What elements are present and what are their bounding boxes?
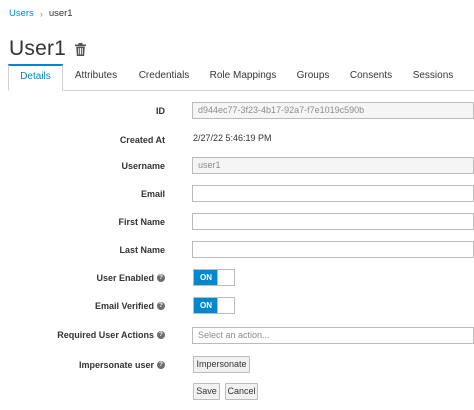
- toggle-knob: [217, 298, 234, 313]
- required-actions-label-text: Required User Actions: [57, 330, 154, 340]
- email-verified-label-text: Email Verified: [94, 301, 154, 311]
- required-actions-placeholder: Select an action...: [198, 330, 270, 340]
- breadcrumb-link-users[interactable]: Users: [9, 8, 34, 19]
- last-name-label: Last Name: [119, 245, 165, 255]
- created-at-label-text: Created At: [119, 135, 165, 145]
- required-actions-label: Required User Actions ?: [57, 330, 165, 340]
- email-label-text: Email: [140, 189, 165, 199]
- username-label-text: Username: [121, 161, 165, 171]
- user-enabled-label: User Enabled ?: [96, 273, 165, 283]
- last-name-field[interactable]: [192, 241, 474, 258]
- tab-bar: Details Attributes Credentials Role Mapp…: [8, 64, 474, 91]
- breadcrumb-separator: ›: [39, 8, 43, 19]
- impersonate-label-text: Impersonate user: [78, 360, 154, 370]
- tab-role-mappings[interactable]: Role Mappings: [204, 64, 282, 90]
- breadcrumb: Users › user1: [9, 8, 73, 19]
- tab-sessions[interactable]: Sessions: [406, 64, 460, 90]
- email-field[interactable]: [192, 185, 474, 202]
- user-enabled-toggle-state: ON: [194, 270, 218, 285]
- title-row: User1: [9, 37, 87, 61]
- email-verified-label: Email Verified ?: [95, 301, 165, 311]
- tab-details[interactable]: Details: [8, 64, 63, 91]
- trash-icon[interactable]: [75, 42, 87, 56]
- impersonate-button[interactable]: Impersonate: [193, 356, 250, 373]
- email-label: Email: [141, 189, 165, 199]
- page-title: User1: [9, 37, 67, 60]
- save-button[interactable]: Save: [193, 383, 220, 400]
- help-icon[interactable]: ?: [157, 331, 165, 339]
- user-enabled-toggle[interactable]: ON: [193, 269, 235, 286]
- username-label: Username: [121, 161, 165, 171]
- email-verified-toggle[interactable]: ON: [193, 297, 235, 314]
- help-icon[interactable]: ?: [157, 274, 165, 282]
- id-label-text: ID: [156, 106, 165, 116]
- created-at-value: 2/27/22 5:46:19 PM: [193, 133, 272, 143]
- tab-attributes[interactable]: Attributes: [66, 64, 126, 90]
- tab-consents[interactable]: Consents: [345, 64, 397, 90]
- created-at-label: Created At: [120, 135, 165, 145]
- first-name-label: First Name: [118, 217, 165, 227]
- toggle-knob: [217, 270, 234, 285]
- breadcrumb-current: user1: [48, 8, 73, 19]
- cancel-button[interactable]: Cancel: [225, 383, 258, 400]
- required-actions-select[interactable]: Select an action...: [192, 327, 474, 344]
- username-field: user1: [192, 157, 474, 174]
- last-name-label-text: Last Name: [119, 245, 165, 255]
- first-name-field[interactable]: [192, 213, 474, 230]
- first-name-label-text: First Name: [118, 217, 165, 227]
- tab-groups[interactable]: Groups: [291, 64, 335, 90]
- help-icon[interactable]: ?: [157, 302, 165, 310]
- id-field: d944ec77-3f23-4b17-92a7-f7e1019c590b: [192, 102, 474, 119]
- user-enabled-label-text: User Enabled: [96, 273, 154, 283]
- email-verified-toggle-state: ON: [194, 298, 218, 313]
- help-icon[interactable]: ?: [157, 361, 165, 369]
- impersonate-label: Impersonate user ?: [79, 360, 165, 370]
- id-label: ID: [156, 106, 165, 116]
- tab-credentials[interactable]: Credentials: [132, 64, 196, 90]
